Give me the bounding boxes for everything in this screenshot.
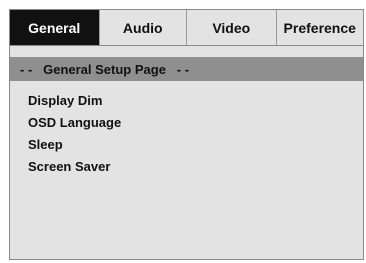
setup-menu-screen: General Audio Video Preference - - Gener… [9, 9, 364, 260]
tab-audio[interactable]: Audio [99, 10, 187, 45]
menu-item-sleep[interactable]: Sleep [28, 134, 121, 156]
tab-preference[interactable]: Preference [276, 10, 363, 45]
menu-item-osd-language[interactable]: OSD Language [28, 112, 121, 134]
menu-item-screen-saver[interactable]: Screen Saver [28, 156, 121, 178]
tab-bar: General Audio Video Preference [10, 10, 363, 46]
tab-video[interactable]: Video [187, 10, 277, 45]
settings-menu: Display Dim OSD Language Sleep Screen Sa… [28, 90, 121, 178]
tab-general[interactable]: General [10, 10, 100, 45]
menu-item-display-dim[interactable]: Display Dim [28, 90, 121, 112]
page-header: - - General Setup Page - - [10, 57, 363, 81]
